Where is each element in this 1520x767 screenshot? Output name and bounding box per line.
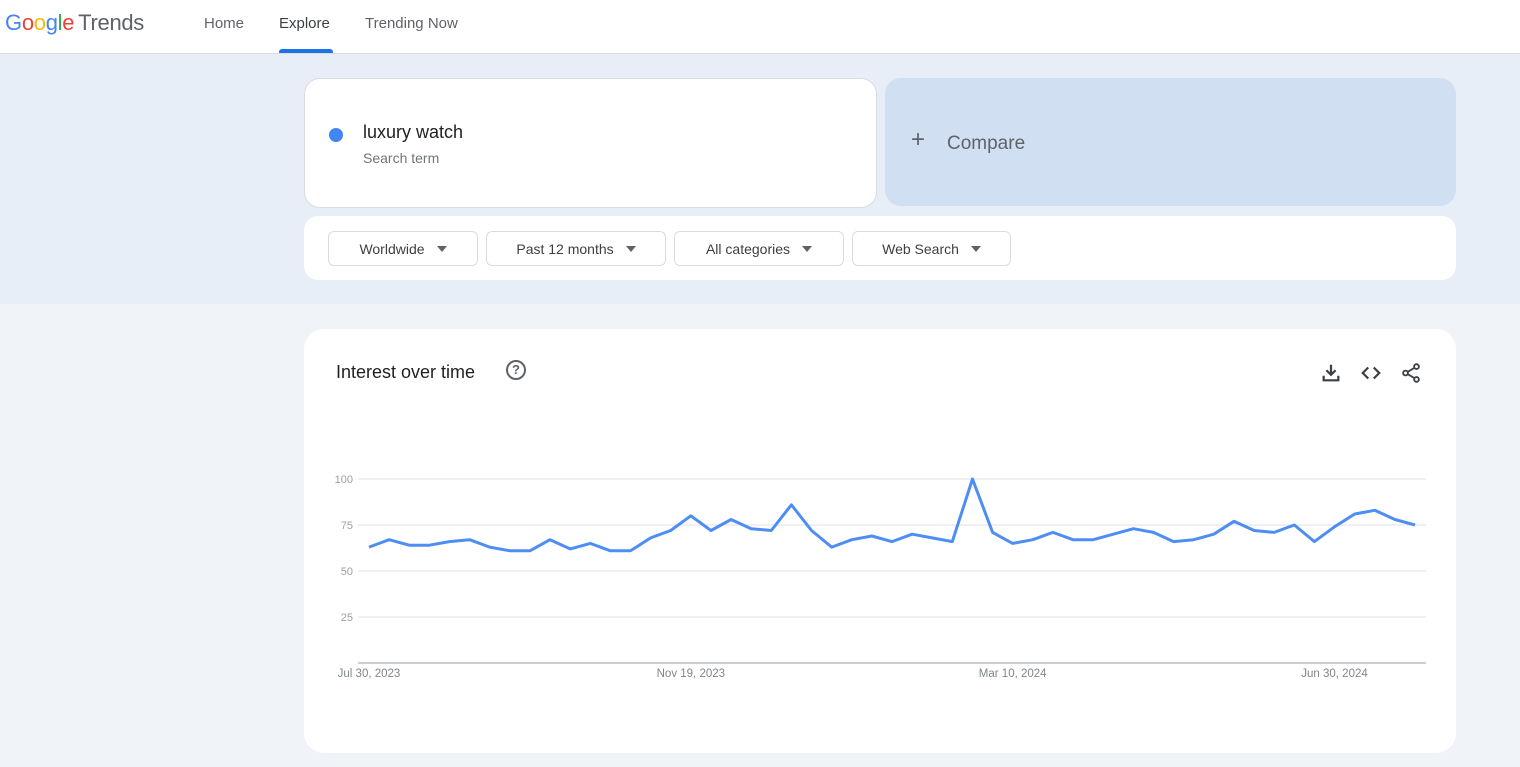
logo-letter: o: [21, 10, 34, 35]
logo-letter: e: [62, 10, 75, 35]
dropdown-caret-icon: [802, 245, 813, 252]
y-tick-label: 100: [335, 474, 353, 486]
filter-time-range[interactable]: Past 12 months: [486, 231, 666, 266]
x-axis-ticks: Jul 30, 2023 Nov 19, 2023 Mar 10, 2024 Jun …: [338, 668, 1369, 680]
logo-letter: G: [5, 10, 22, 35]
grid-lines: [358, 478, 1426, 618]
series-group: [368, 477, 1416, 553]
google-trends-logo[interactable]: Google Trends: [5, 10, 144, 36]
nav-explore[interactable]: Explore: [279, 15, 330, 32]
interest-chart[interactable]: 25 50 75 100 Jul 30, 2023 Nov 19, 2023 Mar 10…: [304, 329, 1456, 753]
y-tick-label: 25: [341, 612, 353, 624]
y-tick-label: 75: [341, 520, 353, 532]
x-tick-label: Nov 19, 2023: [657, 668, 725, 680]
search-term-type: Search term: [363, 150, 440, 166]
filter-search-type[interactable]: Web Search: [852, 231, 1011, 266]
filter-location[interactable]: Worldwide: [328, 231, 478, 266]
interest-over-time-card: Interest over time ? 25 50 75 100 Jul 30, 2…: [304, 329, 1456, 753]
filter-category-label: All categories: [705, 240, 791, 257]
compare-button[interactable]: + Compare: [885, 78, 1456, 206]
dropdown-caret-icon: [625, 245, 636, 252]
y-tick-label: 50: [341, 566, 353, 578]
dropdown-caret-icon: [436, 245, 447, 252]
logo-product-name: Trends: [78, 10, 145, 35]
search-term[interactable]: luxury watch: [363, 122, 463, 143]
logo-letter: g: [45, 10, 58, 35]
term-color-dot: [329, 128, 343, 142]
filters-bar: Worldwide Past 12 months All categories …: [304, 216, 1456, 280]
x-tick-label: Mar 10, 2024: [979, 668, 1047, 680]
logo-letter: o: [33, 10, 46, 35]
top-bar: Google Trends Home Explore Trending Now: [0, 0, 1520, 54]
filter-location-label: Worldwide: [359, 240, 425, 257]
filter-category[interactable]: All categories: [674, 231, 844, 266]
series-line-luxury-watch[interactable]: [368, 477, 1416, 553]
search-term-card[interactable]: luxury watch Search term: [304, 78, 877, 208]
compare-label: Compare: [947, 133, 1026, 154]
nav-trending-now[interactable]: Trending Now: [365, 15, 458, 32]
x-tick-label: Jul 30, 2023: [338, 668, 401, 680]
y-axis-ticks: 25 50 75 100: [335, 474, 353, 624]
filter-time-range-label: Past 12 months: [516, 240, 614, 257]
dropdown-caret-icon: [970, 245, 981, 252]
nav-home[interactable]: Home: [204, 15, 244, 32]
filter-search-type-label: Web Search: [882, 240, 959, 257]
active-tab-indicator: [279, 49, 333, 53]
x-tick-label: Jun 30, 2024: [1301, 668, 1368, 680]
plus-icon: +: [911, 126, 926, 153]
